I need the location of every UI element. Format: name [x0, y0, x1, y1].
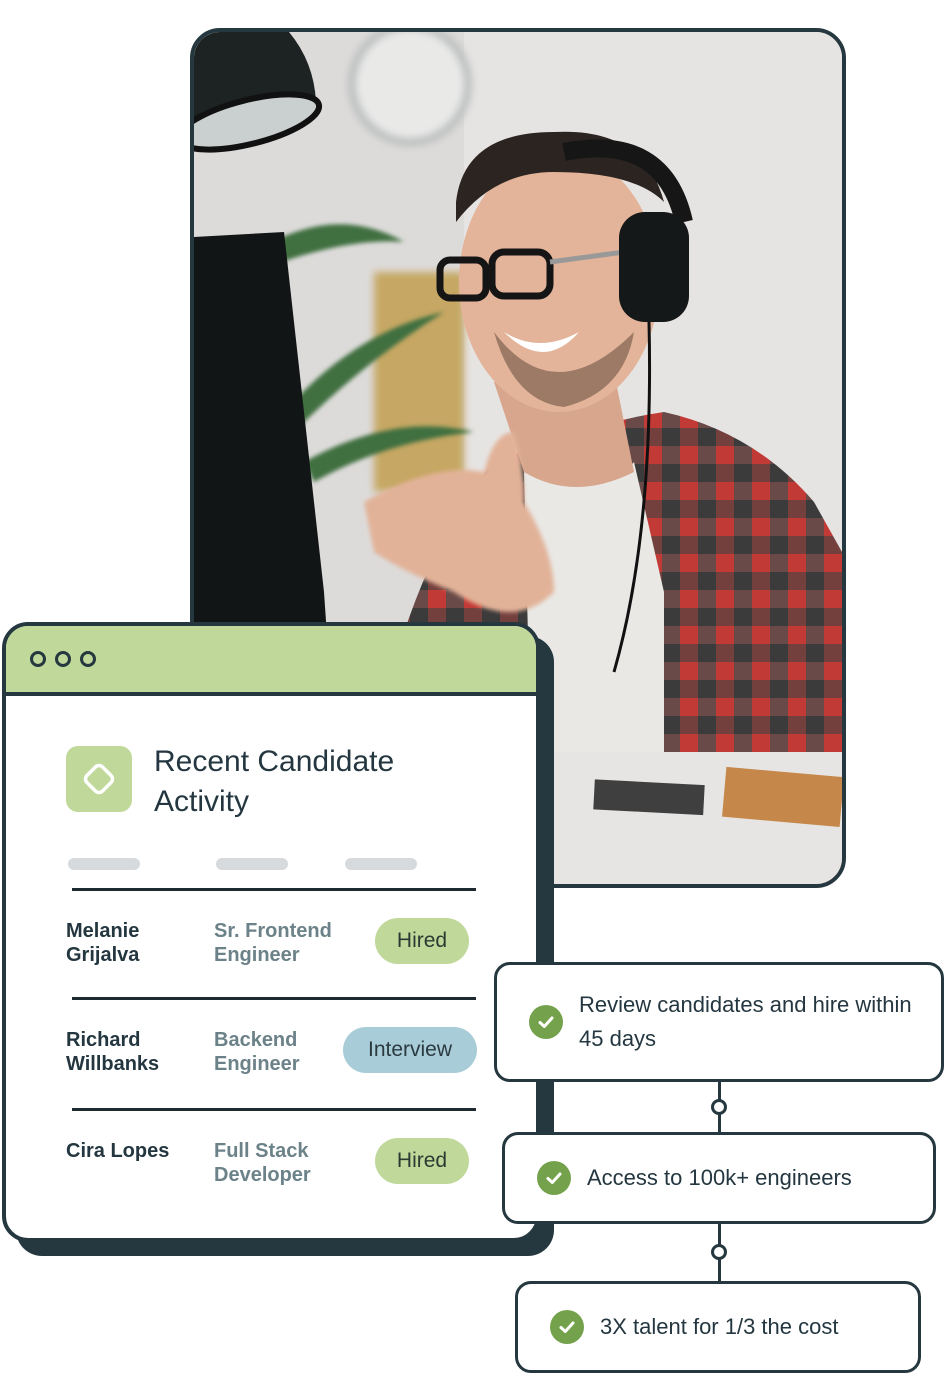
column-header-placeholder [216, 858, 288, 870]
card-title: Recent Candidate Activity [154, 745, 395, 818]
candidate-activity-card: Recent Candidate Activity Melanie Grijal… [2, 622, 540, 1242]
benefit-item: Review candidates and hire within 45 day… [494, 962, 944, 1082]
benefit-item: Access to 100k+ engineers [502, 1132, 936, 1224]
candidate-row[interactable]: Melanie Grijalva Sr. Frontend Engineer H… [66, 888, 476, 998]
window-control-dot[interactable] [55, 651, 71, 667]
status-badge: Hired [375, 918, 469, 964]
column-header-placeholder [345, 858, 417, 870]
benefit-text: Access to 100k+ engineers [587, 1165, 852, 1190]
candidate-name: Cira Lopes [66, 1140, 170, 1162]
candidate-role: Backend Engineer [214, 1029, 300, 1075]
row-divider [72, 888, 476, 891]
candidate-role: Sr. Frontend Engineer [214, 920, 332, 966]
status-badge: Hired [375, 1138, 469, 1184]
candidate-role: Full Stack Developer [214, 1140, 311, 1186]
card-header: Recent Candidate Activity [66, 745, 454, 822]
check-circle-icon [550, 1310, 584, 1344]
column-header-placeholder [68, 858, 140, 870]
check-circle-icon [529, 1005, 563, 1039]
candidate-name: Richard Willbanks [66, 1029, 160, 1075]
candidate-name: Melanie Grijalva [66, 920, 140, 966]
check-circle-icon [537, 1161, 571, 1195]
status-badge: Interview [343, 1027, 477, 1073]
row-divider [72, 1108, 476, 1111]
benefit-text: Review candidates and hire within 45 day… [579, 992, 912, 1051]
diamond-icon [66, 746, 132, 812]
window-control-dot[interactable] [30, 651, 46, 667]
timeline-node [711, 1244, 727, 1260]
benefit-text: 3X talent for 1/3 the cost [600, 1314, 839, 1339]
row-divider [72, 997, 476, 1000]
window-control-dot[interactable] [80, 651, 96, 667]
timeline-node [711, 1099, 727, 1115]
benefit-item: 3X talent for 1/3 the cost [515, 1281, 921, 1373]
window-titlebar [6, 626, 536, 696]
candidate-row[interactable]: Cira Lopes Full Stack Developer Hired [66, 1108, 476, 1218]
candidate-row[interactable]: Richard Willbanks Backend Engineer Inter… [66, 997, 477, 1107]
